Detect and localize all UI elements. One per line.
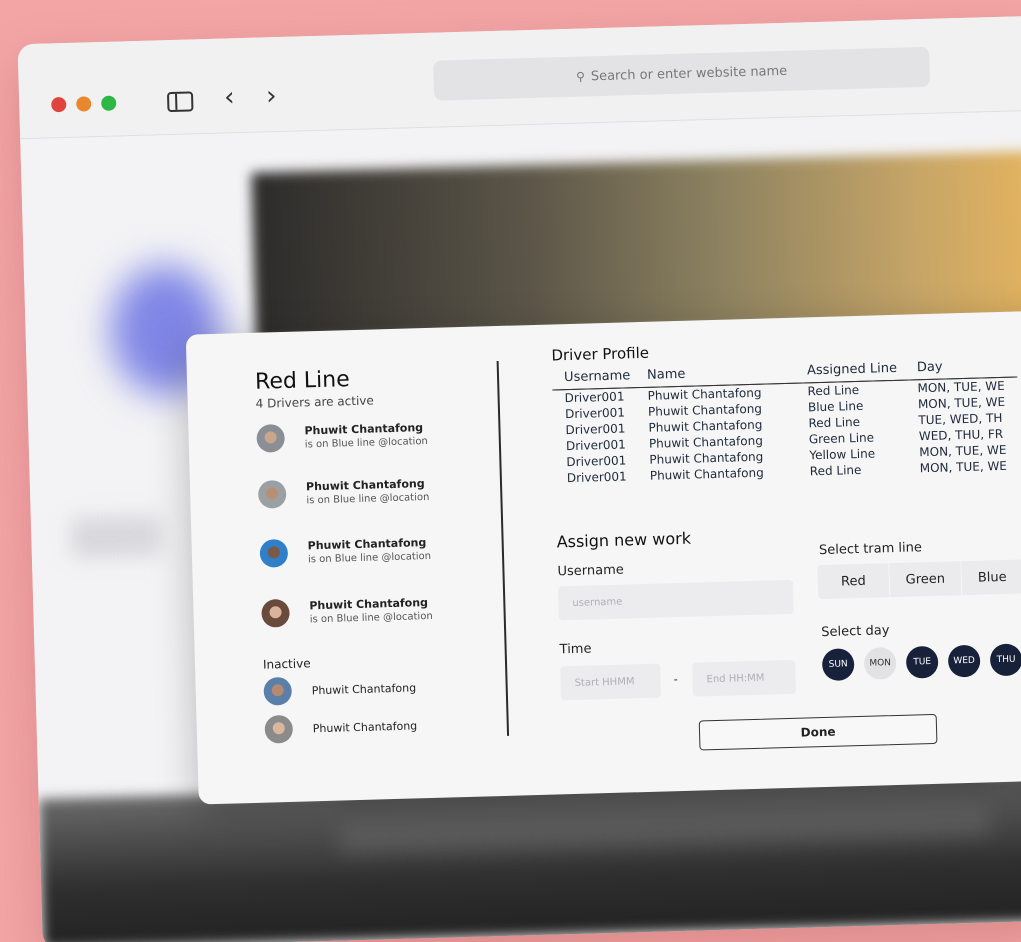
avatar (264, 714, 294, 744)
cell-day: MON, TUE, WE (919, 458, 1008, 476)
inactive-driver-item[interactable]: Phuwit Chantafong (264, 711, 418, 744)
driver-name: Phuwit Chantafong (311, 680, 417, 697)
done-button[interactable]: Done (698, 713, 938, 751)
day-mon[interactable]: MON (863, 646, 897, 680)
driver-name: Phuwit Chantafong (307, 536, 427, 553)
driver-name: Phuwit Chantafong (312, 718, 418, 735)
username-placeholder: username (572, 596, 623, 609)
start-time-placeholder: Start HHMM (574, 675, 635, 689)
day-thu[interactable]: THU (989, 643, 1021, 677)
blurred-sidebar-item (70, 515, 162, 558)
day-label: Select day (821, 623, 890, 641)
cell-name: Phuwit Chantafong (649, 465, 764, 483)
active-driver-item[interactable]: Phuwit Chantafong is on Blue line @locat… (259, 535, 431, 568)
search-icon: ⚲ (575, 69, 586, 84)
address-placeholder: Search or enter website name (590, 63, 788, 84)
avatar (261, 598, 290, 628)
tram-option-red[interactable]: Red (817, 563, 891, 600)
avatar (257, 479, 287, 509)
inactive-label: Inactive (262, 656, 311, 672)
browser-window: ‹ › ⚲ Search or enter website name Red L… (17, 16, 1021, 942)
active-driver-item[interactable]: Phuwit Chantafong is on Blue line @locat… (257, 476, 430, 509)
time-separator: - (673, 672, 679, 687)
avatar (256, 423, 286, 453)
tram-option-blue[interactable]: Blue (961, 559, 1021, 595)
day-selector: SUN MON TUE WED THU (821, 643, 1021, 682)
username-label: Username (557, 562, 624, 580)
driver-status: is on Blue line @location (304, 435, 428, 451)
tram-line-selector: Red Green Blue (817, 559, 1021, 600)
page-content: Red Line 4 Drivers are active Phuwit Cha… (20, 111, 1021, 942)
time-label: Time (559, 641, 592, 658)
day-wed[interactable]: WED (947, 644, 981, 678)
tram-line-label: Select tram line (818, 540, 923, 559)
driver-name: Phuwit Chantafong (304, 421, 424, 438)
active-driver-item[interactable]: Phuwit Chantafong is on Blue line @locat… (256, 420, 428, 453)
driver-management-modal: Red Line 4 Drivers are active Phuwit Cha… (185, 310, 1021, 805)
driver-status: is on Blue line @location (306, 491, 430, 507)
minimize-window-button[interactable] (76, 96, 92, 112)
back-icon[interactable]: ‹ (224, 82, 235, 112)
inactive-driver-item[interactable]: Phuwit Chantafong (263, 673, 417, 706)
driver-status: is on Blue line @location (309, 610, 433, 626)
end-time-input[interactable]: End HH:MM (692, 659, 797, 697)
avatar (259, 538, 289, 568)
line-title: Red Line (254, 367, 351, 395)
driver-profile-title: Driver Profile (551, 343, 650, 365)
assign-work-title: Assign new work (556, 528, 692, 552)
maximize-window-button[interactable] (101, 95, 117, 111)
tram-option-green[interactable]: Green (889, 561, 963, 598)
username-input[interactable]: username (557, 579, 794, 621)
driver-status: is on Blue line @location (307, 550, 432, 566)
driver-name: Phuwit Chantafong (309, 596, 429, 613)
cell-line: Red Line (809, 462, 862, 479)
cell-username: Driver001 (566, 469, 627, 486)
end-time-placeholder: End HH:MM (706, 672, 765, 685)
sidebar-toggle-icon[interactable] (166, 91, 194, 113)
address-bar[interactable]: ⚲ Search or enter website name (433, 46, 931, 101)
panel-divider (496, 360, 510, 736)
day-sun[interactable]: SUN (821, 648, 855, 682)
driver-name: Phuwit Chantafong (305, 477, 425, 494)
active-driver-item[interactable]: Phuwit Chantafong is on Blue line @locat… (261, 595, 433, 628)
cell-day: MON, TUE, WE (917, 394, 1006, 412)
day-tue[interactable]: TUE (905, 645, 939, 679)
driver-profile-table: Username Name Assigned Line Day Driver00… (551, 357, 1020, 487)
close-window-button[interactable] (51, 96, 67, 113)
avatar (263, 676, 293, 706)
forward-icon[interactable]: › (266, 81, 277, 111)
start-time-input[interactable]: Start HHMM (560, 663, 662, 701)
active-driver-count: 4 Drivers are active (255, 393, 374, 411)
column-header: Username (551, 367, 648, 390)
